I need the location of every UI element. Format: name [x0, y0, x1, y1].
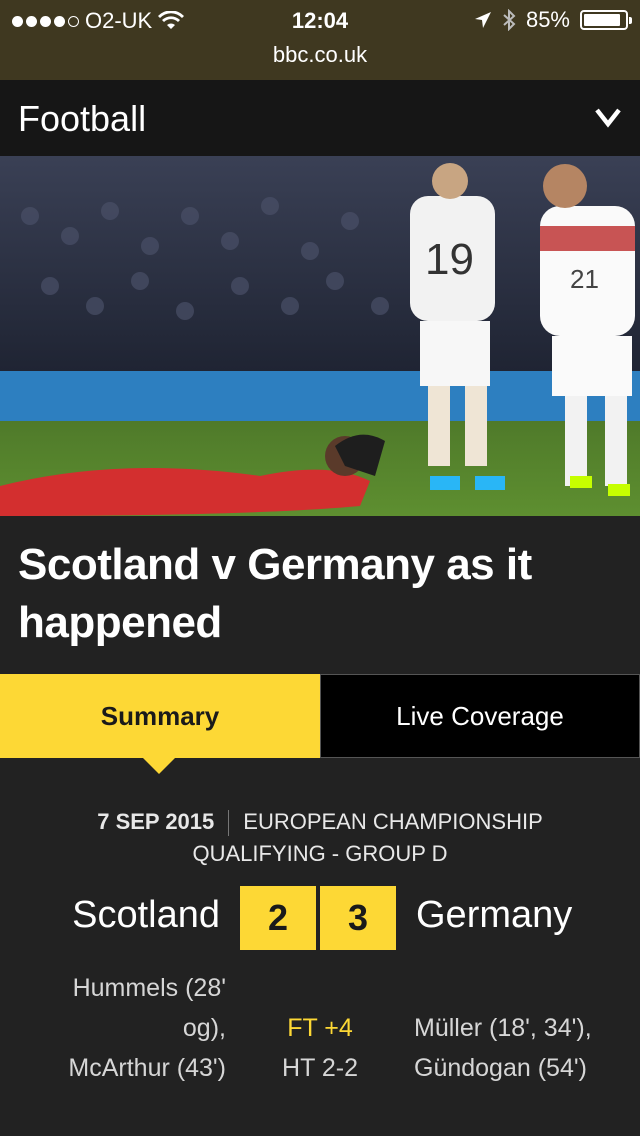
- battery-icon: [580, 10, 632, 30]
- away-scorers: Müller (18', 34'), Gündogan (54'): [414, 1008, 634, 1088]
- away-team-name: Germany: [416, 894, 573, 936]
- away-score: 3: [320, 886, 396, 950]
- home-scorer-line: og),: [182, 1014, 226, 1042]
- half-time-score: HT 2-2: [282, 1054, 358, 1082]
- tab-summary[interactable]: Summary: [0, 674, 320, 774]
- chevron-down-icon[interactable]: [594, 104, 622, 132]
- competition-name-line2: QUALIFYING - GROUP D: [192, 841, 448, 866]
- battery-percentage: 85%: [525, 7, 570, 32]
- tab-summary-label: Summary: [100, 700, 220, 731]
- section-header: Football: [0, 80, 640, 156]
- home-scorers: Hummels (28' og), McArthur (43'): [26, 968, 226, 1088]
- match-photo: 19 21: [0, 156, 640, 516]
- svg-text:19: 19: [425, 235, 474, 284]
- url-text: bbc.co.uk: [272, 42, 368, 67]
- bluetooth-icon: [503, 9, 516, 31]
- address-bar[interactable]: bbc.co.uk: [0, 40, 640, 80]
- scoreline: Scotland 2 3 Germany: [0, 886, 640, 950]
- full-time-status: FT +4: [287, 1014, 353, 1042]
- section-title: Football: [18, 98, 147, 139]
- home-scorer-line: Hummels (28': [72, 974, 226, 1002]
- tab-live-coverage-label: Live Coverage: [396, 700, 564, 731]
- match-status: FT +4 HT 2-2: [240, 1008, 400, 1088]
- active-tab-pointer: [142, 757, 176, 774]
- status-bar: O2-UK 12:04 85%: [0, 0, 640, 40]
- away-scorer-line: Müller (18', 34'),: [414, 1014, 592, 1042]
- tab-live-coverage[interactable]: Live Coverage: [320, 674, 640, 758]
- competition-name-line1: EUROPEAN CHAMPIONSHIP: [243, 809, 543, 834]
- meta-divider: [228, 810, 230, 837]
- away-scorer-line: Gündogan (54'): [414, 1054, 587, 1082]
- home-scorer-line: McArthur (43'): [68, 1054, 226, 1082]
- tab-bar: Summary Live Coverage: [0, 674, 640, 774]
- article-headline: Scotland v Germany as it happened: [18, 540, 532, 647]
- match-meta: 7 SEP 2015 EUROPEAN CHAMPIONSHIP QUALIFYI…: [0, 806, 640, 870]
- hero-image: 19 21: [0, 156, 640, 516]
- location-icon: [474, 12, 491, 28]
- match-date: 7 SEP 2015: [97, 809, 215, 834]
- svg-text:21: 21: [570, 264, 599, 294]
- home-score: 2: [240, 886, 316, 950]
- home-team-name: Scotland: [72, 894, 220, 936]
